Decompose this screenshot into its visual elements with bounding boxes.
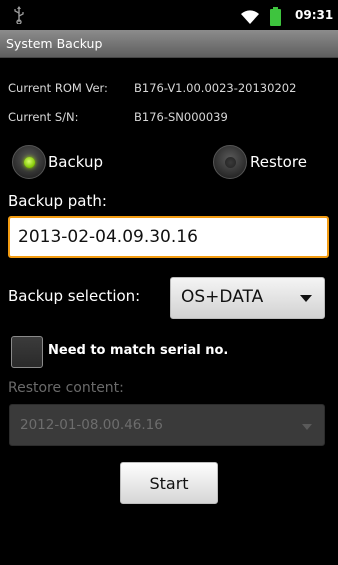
match-serial-checkbox[interactable] — [11, 336, 43, 368]
restore-radio-label[interactable]: Restore — [250, 153, 307, 171]
battery-icon — [270, 7, 281, 26]
dropdown-arrow-icon — [302, 424, 312, 430]
match-serial-label[interactable]: Need to match serial no. — [48, 343, 228, 358]
start-button[interactable]: Start — [120, 462, 218, 504]
backup-selection-dropdown[interactable]: OS+DATA — [170, 277, 325, 319]
backup-radio-label[interactable]: Backup — [48, 153, 103, 171]
serial-number-label: Current S/N: — [8, 110, 79, 124]
backup-path-field[interactable] — [8, 216, 329, 258]
status-bar: 09:31 — [0, 0, 338, 30]
restore-content-dropdown[interactable]: 2012-01-08.00.46.16 — [9, 404, 325, 446]
backup-path-input[interactable] — [18, 225, 318, 249]
rom-version-value: B176-V1.00.0023-20130202 — [134, 81, 297, 95]
backup-selection-label: Backup selection: — [8, 287, 141, 305]
serial-number-value: B176-SN000039 — [134, 110, 228, 124]
backup-selection-value: OS+DATA — [181, 287, 264, 307]
title-bar: System Backup — [0, 30, 338, 58]
usb-icon — [14, 6, 24, 24]
restore-radio[interactable] — [213, 145, 247, 179]
radio-unselected-dot — [225, 157, 236, 168]
app-title: System Backup — [6, 36, 103, 51]
status-clock: 09:31 — [295, 8, 334, 22]
restore-content-label: Restore content: — [8, 380, 124, 396]
radio-selected-dot — [24, 157, 35, 168]
wifi-icon — [241, 10, 259, 24]
dropdown-arrow-icon — [300, 295, 312, 302]
rom-version-label: Current ROM Ver: — [8, 81, 108, 95]
backup-radio[interactable] — [12, 145, 46, 179]
restore-content-value: 2012-01-08.00.46.16 — [20, 417, 163, 433]
backup-path-label: Backup path: — [8, 192, 107, 210]
